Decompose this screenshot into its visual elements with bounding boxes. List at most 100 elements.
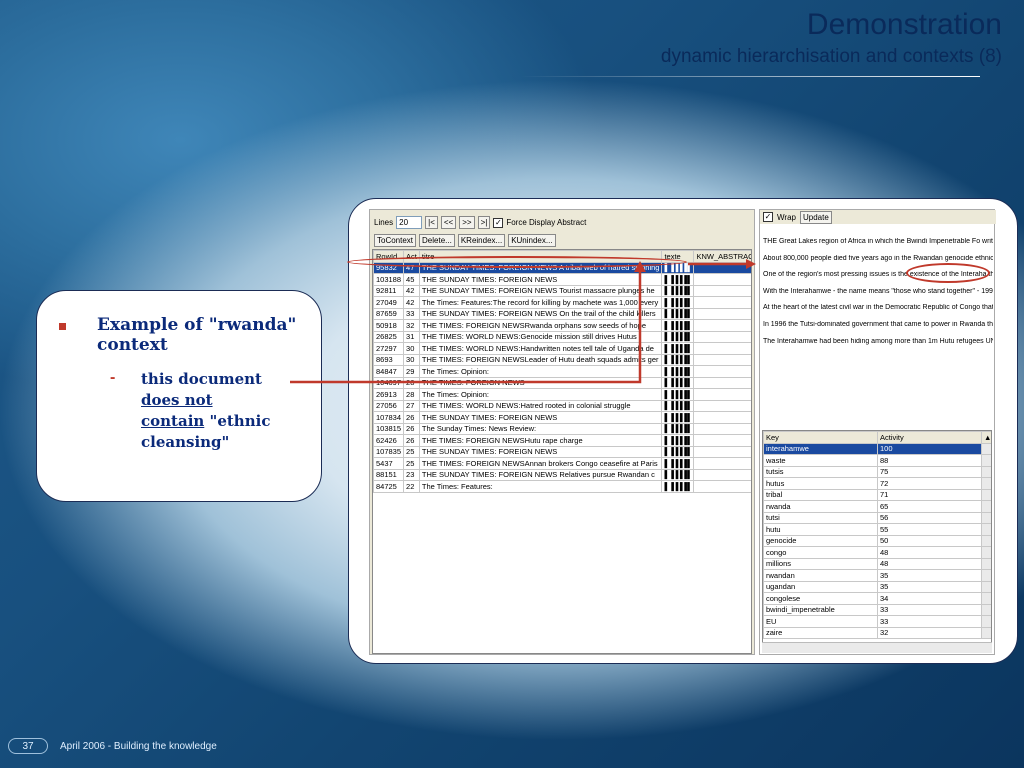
keyword-key: tutsis: [763, 465, 878, 478]
table-row[interactable]: 84847 29 The Times: Opinion: ▌▐▐▐▐ ▌: [373, 365, 751, 378]
table-row[interactable]: 8693 30 THE TIMES: FOREIGN NEWSLeader of H…: [373, 353, 751, 366]
row-act: 42: [403, 284, 420, 297]
delete-button[interactable]: Delete...: [419, 234, 455, 247]
table-row[interactable]: 103815 26 The Sunday Times: News Review: ▌▐…: [373, 422, 751, 435]
scroll-up-icon[interactable]: ▲: [981, 431, 991, 444]
keyword-activity: 35: [877, 569, 982, 582]
keyword-row[interactable]: rwanda 65: [763, 500, 991, 513]
column-header[interactable]: KNW_ABSTRACT: [693, 250, 751, 263]
force-abstract-label: Force Display Abstract: [506, 218, 587, 227]
scroll-track[interactable]: [981, 534, 991, 547]
row-act: 25: [403, 457, 420, 470]
scroll-track[interactable]: [981, 477, 991, 490]
table-row[interactable]: 92811 42 THE SUNDAY TIMES: FOREIGN NEWS To…: [373, 284, 751, 297]
document-text[interactable]: THE Great Lakes region of Africa in whic…: [763, 238, 993, 354]
scroll-track[interactable]: [981, 569, 991, 582]
next-page-button[interactable]: >>: [459, 216, 475, 229]
keyword-row[interactable]: interahamwe 100: [763, 442, 991, 455]
scroll-track[interactable]: [981, 523, 991, 536]
scroll-track[interactable]: [981, 615, 991, 628]
table-row[interactable]: 62426 26 THE TIMES: FOREIGN NEWSHutu rape …: [373, 434, 751, 447]
bullet-square-icon: [59, 323, 66, 330]
keyword-row[interactable]: congolese 34: [763, 592, 991, 605]
tocontext-button[interactable]: ToContext: [374, 234, 417, 247]
scroll-track[interactable]: [981, 454, 991, 467]
footer-text: April 2006 - Building the knowledge: [60, 741, 217, 752]
highlight-oval-genocide: [906, 263, 990, 283]
table-row[interactable]: 88151 23 THE SUNDAY TIMES: FOREIGN NEWS Re…: [373, 468, 751, 481]
row-act: 42: [403, 296, 420, 309]
table-row[interactable]: 26825 31 THE TIMES: WORLD NEWS:Genocide mi…: [373, 330, 751, 343]
kunindex-button[interactable]: KUnindex...: [508, 234, 556, 247]
row-act: 28: [403, 376, 420, 389]
scroll-track[interactable]: [981, 442, 991, 455]
kreindex-button[interactable]: KReindex...: [457, 234, 506, 247]
row-title: THE SUNDAY TIMES: FOREIGN NEWS: [418, 445, 663, 458]
text-paragraph: At the heart of the latest civil war in …: [763, 304, 993, 312]
keyword-row[interactable]: hutu 55: [763, 523, 991, 536]
table-row[interactable]: 107835 25 THE SUNDAY TIMES: FOREIGN NEWS ▌▐…: [373, 445, 751, 458]
scroll-track[interactable]: [981, 465, 991, 478]
keyword-row[interactable]: bwindi_impenetrable 33: [763, 603, 991, 616]
scroll-track[interactable]: [981, 546, 991, 559]
row-title: THE SUNDAY TIMES: FOREIGN NEWS: [418, 273, 663, 286]
last-page-button[interactable]: >|: [477, 216, 491, 229]
first-page-button[interactable]: |<: [425, 216, 438, 229]
keyword-row[interactable]: EU 33: [763, 615, 991, 628]
update-button[interactable]: Update: [799, 210, 832, 224]
scroll-track[interactable]: [981, 592, 991, 605]
keyword-activity: 65: [877, 500, 982, 513]
row-texte: ▌▐▐▐▐ ▌: [661, 353, 695, 366]
wrap-checkbox[interactable]: ✓: [763, 212, 773, 222]
keyword-row[interactable]: tutsis 75: [763, 465, 991, 478]
scroll-track[interactable]: [981, 511, 991, 524]
table-row[interactable]: 27049 42 The Times: Features:The record fo…: [373, 296, 751, 309]
table-row[interactable]: 104097 28 THE TIMES: FOREIGN NEWS ▌▐▐▐▐ ▌: [373, 376, 751, 389]
row-act: 30: [403, 342, 420, 355]
keyword-row[interactable]: zaire 32: [763, 626, 991, 639]
force-abstract-checkbox[interactable]: ✓: [493, 217, 504, 228]
keyword-row[interactable]: tribal 71: [763, 488, 991, 501]
keyword-row[interactable]: ugandan 35: [763, 580, 991, 593]
row-texte: ▌▐▐▐▐ ▌: [661, 445, 695, 458]
scroll-track[interactable]: [981, 488, 991, 501]
activity-column-header[interactable]: Activity: [877, 431, 982, 444]
table-row[interactable]: 84725 22 The Times: Features: ▌▐▐▐▐ ▌: [373, 480, 751, 493]
document-list-panel: Lines 20 |< << >> >| ✓ Force Display Abs…: [369, 209, 755, 655]
scroll-track[interactable]: [981, 557, 991, 570]
slide-title: Demonstration: [806, 8, 1002, 41]
keyword-row[interactable]: tutsi 56: [763, 511, 991, 524]
row-texte: ▌▐▐▐▐ ▌: [661, 330, 695, 343]
horizontal-scrollbar[interactable]: [762, 642, 992, 653]
keyword-key: interahamwe: [763, 442, 878, 455]
row-id: 107835: [373, 445, 405, 458]
table-row[interactable]: 103188 45 THE SUNDAY TIMES: FOREIGN NEWS ▌▐…: [373, 273, 751, 286]
keyword-row[interactable]: rwandan 35: [763, 569, 991, 582]
row-abstract: [693, 330, 751, 343]
table-row[interactable]: 27056 27 THE TIMES: WORLD NEWS:Hatred root…: [373, 399, 751, 412]
keyword-row[interactable]: genocide 50: [763, 534, 991, 547]
prev-page-button[interactable]: <<: [440, 216, 457, 229]
scroll-track[interactable]: [981, 626, 991, 639]
key-column-header[interactable]: Key: [763, 431, 878, 444]
table-row[interactable]: 107834 26 THE SUNDAY TIMES: FOREIGN NEWS ▌▐…: [373, 411, 751, 424]
row-texte: ▌▐▐▐▐ ▌: [661, 480, 695, 493]
highlight-oval-row: [347, 256, 687, 268]
scroll-track[interactable]: [981, 580, 991, 593]
row-title: THE TIMES: WORLD NEWS:Hatred rooted in c…: [418, 399, 663, 412]
keyword-activity: 100: [877, 442, 982, 455]
keyword-row[interactable]: millions 48: [763, 557, 991, 570]
keyword-row[interactable]: hutus 72: [763, 477, 991, 490]
keyword-row[interactable]: congo 48: [763, 546, 991, 559]
scroll-track[interactable]: [981, 603, 991, 616]
table-row[interactable]: 27297 30 THE TIMES: WORLD NEWS:Handwritten…: [373, 342, 751, 355]
table-row[interactable]: 26913 28 The Times: Opinion: ▌▐▐▐▐ ▌: [373, 388, 751, 401]
lines-input[interactable]: 20: [396, 216, 423, 229]
row-act: 26: [403, 434, 420, 447]
table-row[interactable]: 5437 25 THE TIMES: FOREIGN NEWSAnnan broke…: [373, 457, 751, 470]
row-act: 45: [403, 273, 420, 286]
scroll-track[interactable]: [981, 500, 991, 513]
table-row[interactable]: 87659 33 THE SUNDAY TIMES: FOREIGN NEWS On…: [373, 307, 751, 320]
table-row[interactable]: 50918 32 THE TIMES: FOREIGN NEWSRwanda orp…: [373, 319, 751, 332]
keyword-row[interactable]: waste 88: [763, 454, 991, 467]
